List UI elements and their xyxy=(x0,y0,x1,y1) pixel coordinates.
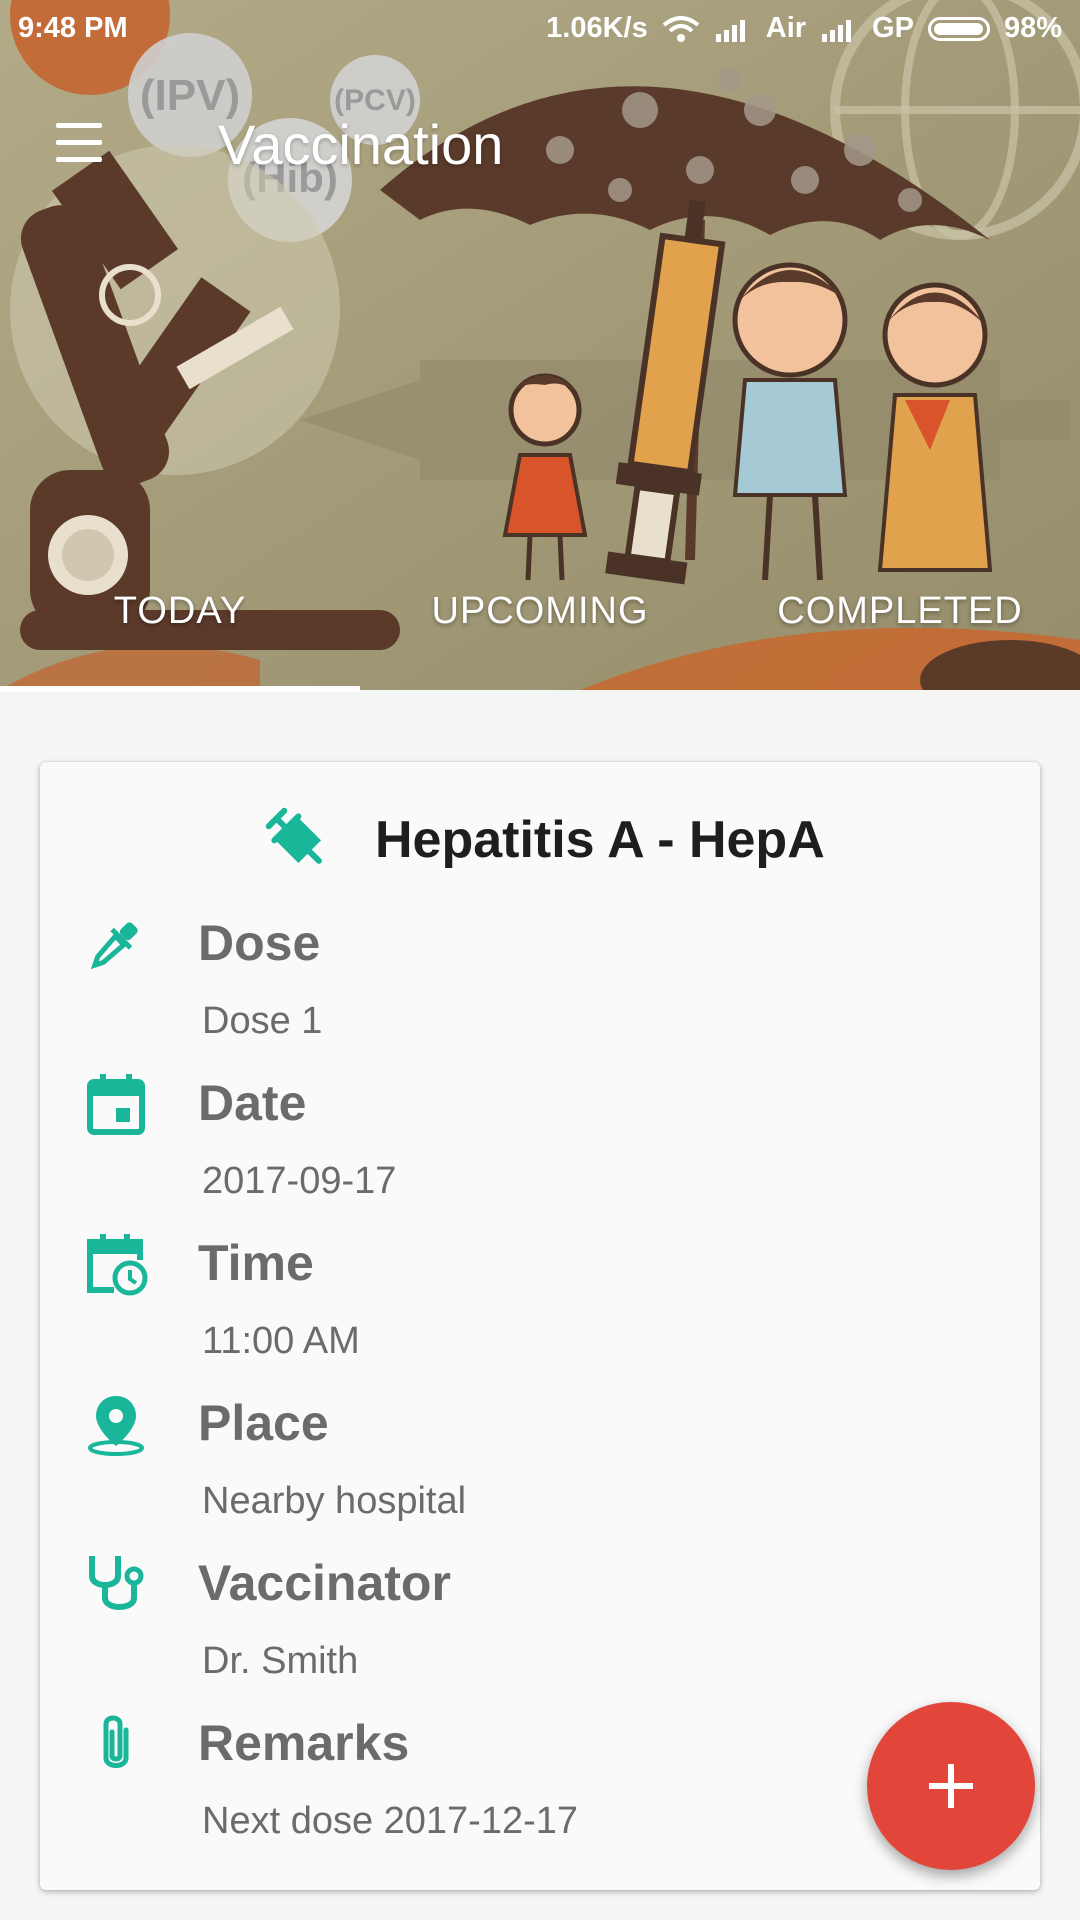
status-bar: 9:48 PM 1.06K/s Air GP 98% xyxy=(0,0,1080,60)
stethoscope-icon xyxy=(89,1556,144,1610)
header-banner: (IPV) (PCV) (Hib) 9:48 PM 1.06K/s Air GP… xyxy=(0,0,1080,690)
calendar-clock-icon xyxy=(87,1234,148,1296)
remarks-value: Next dose 2017-12-17 xyxy=(202,1800,579,1842)
page-title: Vaccination xyxy=(218,113,504,176)
time-label: Time xyxy=(198,1235,314,1291)
wifi-icon xyxy=(662,15,700,42)
vaccinator-row: Vaccinator Dr. Smith xyxy=(40,1552,1040,1702)
date-value: 2017-09-17 xyxy=(202,1160,397,1202)
tab-bar: TODAY UPCOMING COMPLETED xyxy=(0,560,1080,690)
syringe-icon xyxy=(265,807,322,864)
network-speed: 1.06K/s xyxy=(546,12,648,44)
date-row: Date 2017-09-17 xyxy=(40,1072,1040,1222)
vaccinator-value: Dr. Smith xyxy=(202,1640,359,1682)
calendar-icon xyxy=(87,1074,145,1135)
vaccine-title: Hepatitis A - HepA xyxy=(375,811,825,869)
time-value: 11:00 AM xyxy=(202,1320,360,1362)
paperclip-icon xyxy=(103,1715,129,1768)
tab-upcoming[interactable]: UPCOMING xyxy=(360,590,720,633)
card-header: Hepatitis A - HepA xyxy=(40,804,1040,894)
vaccine-card[interactable]: Hepatitis A - HepA Dose Dose 1 Date 2017… xyxy=(40,762,1040,1890)
tab-completed[interactable]: COMPLETED xyxy=(720,590,1080,633)
place-value: Nearby hospital xyxy=(202,1480,467,1522)
location-pin-icon xyxy=(88,1396,144,1456)
place-label: Place xyxy=(198,1395,329,1451)
tab-today[interactable]: TODAY xyxy=(0,590,360,633)
dose-row: Dose Dose 1 xyxy=(40,912,1040,1062)
status-time: 9:48 PM xyxy=(18,12,128,44)
dose-label: Dose xyxy=(198,915,321,971)
hamburger-menu-icon[interactable] xyxy=(46,115,112,171)
place-row: Place Nearby hospital xyxy=(40,1392,1040,1542)
remarks-label: Remarks xyxy=(198,1715,410,1771)
signal-icon xyxy=(715,19,745,42)
carrier-1: Air xyxy=(765,12,807,44)
tab-indicator xyxy=(0,686,360,692)
signal-icon xyxy=(822,19,852,42)
vaccinator-label: Vaccinator xyxy=(198,1555,451,1611)
dropper-icon xyxy=(90,922,138,970)
battery-level: 98% xyxy=(1003,12,1062,44)
battery-icon xyxy=(927,16,990,41)
carrier-2: GP xyxy=(872,12,914,44)
time-row: Time 11:00 AM xyxy=(40,1232,1040,1382)
date-label: Date xyxy=(198,1075,307,1131)
toolbar: Vaccination xyxy=(0,95,1080,195)
add-vaccination-button[interactable] xyxy=(867,1702,1035,1870)
dose-value: Dose 1 xyxy=(202,1000,323,1042)
